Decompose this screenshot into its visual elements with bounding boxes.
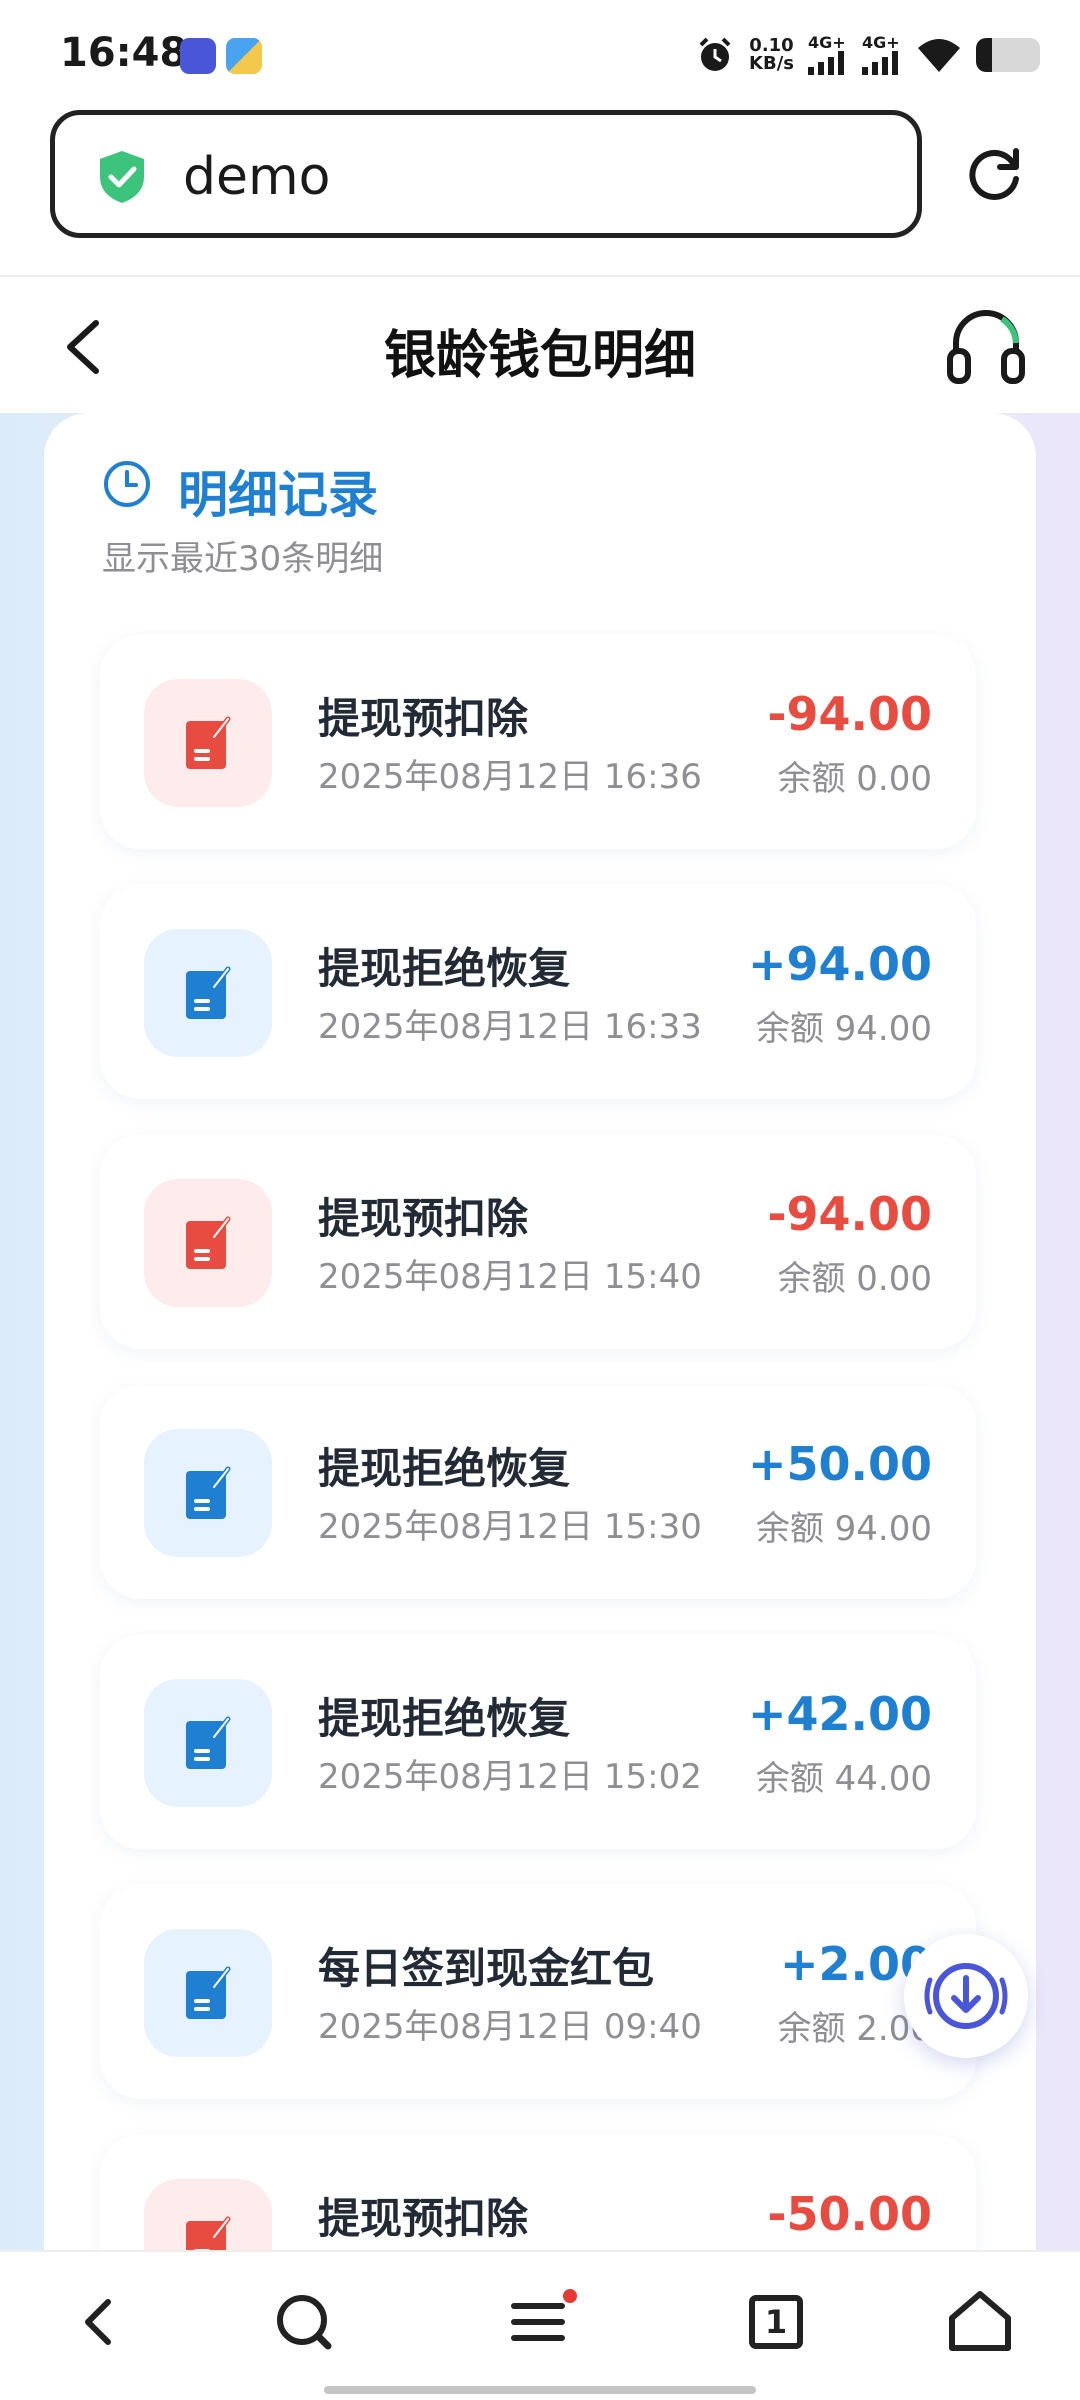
record-amount: +42.00 xyxy=(747,1687,932,1741)
record-balance: 余额 44.00 xyxy=(755,1759,932,1799)
signal-1: 4G+ xyxy=(808,35,848,75)
notification-app-icon xyxy=(226,38,262,74)
record-amount: -94.00 xyxy=(767,1187,932,1241)
secure-shield-icon xyxy=(100,151,144,203)
download-arrow-icon xyxy=(924,1963,1008,2029)
record-item[interactable]: 提现拒绝恢复 2025年08月12日 15:02 +42.00 余额 44.00 xyxy=(100,1635,976,1849)
network-speed: 0.10 KB/s xyxy=(749,37,794,73)
note-edit-icon xyxy=(186,1466,231,1519)
record-time: 2025年08月12日 09:40 xyxy=(318,2007,702,2047)
record-time: 2025年08月12日 15:40 xyxy=(318,1257,702,1297)
record-title: 提现拒绝恢复 xyxy=(318,1444,571,1493)
floating-download-button[interactable] xyxy=(904,1934,1028,2058)
record-amount: +94.00 xyxy=(747,937,932,991)
note-edit-icon xyxy=(186,966,231,1019)
url-text: demo xyxy=(183,147,331,207)
records-panel: 明细记录 显示最近30条明细 提现预扣除 2025年08月12日 16:36 -94… xyxy=(44,413,1036,2349)
home-icon xyxy=(949,2291,1011,2351)
record-item[interactable]: 提现预扣除 2025年08月12日 16:36 -94.00 余额 0.00 xyxy=(100,635,976,849)
record-icon-box xyxy=(144,1179,272,1307)
record-item[interactable]: 提现拒绝恢复 2025年08月12日 15:30 +50.00 余额 94.00 xyxy=(100,1385,976,1599)
battery-level xyxy=(976,38,992,72)
note-edit-icon xyxy=(186,1216,231,1269)
record-item[interactable]: 提现预扣除 2025年08月12日 15:40 -94.00 余额 0.00 xyxy=(100,1135,976,1349)
record-balance: 余额 94.00 xyxy=(755,1509,932,1549)
record-icon-box xyxy=(144,1679,272,1807)
network-speed-unit: KB/s xyxy=(749,53,794,74)
record-icon-box xyxy=(144,1929,272,2057)
record-time: 2025年08月12日 15:30 xyxy=(318,1507,702,1547)
clock-icon xyxy=(104,461,150,507)
record-balance: 余额 94.00 xyxy=(755,1009,932,1049)
signal-2: 4G+ xyxy=(862,35,902,75)
customer-service-headset-icon[interactable] xyxy=(946,307,1026,385)
nav-back-button[interactable] xyxy=(60,2282,140,2362)
section-subtitle: 显示最近30条明细 xyxy=(102,539,384,579)
status-bar: 16:48 0.10 KB/s 4G+ 4G+ xyxy=(0,0,1080,100)
tab-count: 1 xyxy=(764,2303,788,2341)
status-time: 16:48 xyxy=(60,30,188,76)
record-item[interactable]: 每日签到现金红包 2025年08月12日 09:40 +2.00 余额 2.00 xyxy=(100,1885,976,2099)
record-icon-box xyxy=(144,679,272,807)
record-title: 提现预扣除 xyxy=(318,1194,529,1243)
record-title: 提现预扣除 xyxy=(318,2194,529,2243)
wifi-icon xyxy=(918,39,960,72)
page-title: 银龄钱包明细 xyxy=(383,326,696,386)
record-icon-box xyxy=(144,1429,272,1557)
record-balance: 余额 0.00 xyxy=(777,1259,932,1299)
browser-bottom-nav: 1 xyxy=(0,2250,1080,2400)
address-bar[interactable]: demo xyxy=(50,110,922,238)
reload-icon[interactable] xyxy=(966,145,1024,203)
menu-icon xyxy=(511,2289,577,2341)
record-amount: -50.00 xyxy=(767,2187,932,2241)
record-amount: +50.00 xyxy=(747,1437,932,1491)
record-title: 提现拒绝恢复 xyxy=(318,944,571,993)
signal-bars-icon xyxy=(862,51,898,75)
signal-bars-icon xyxy=(808,51,844,75)
record-amount: -94.00 xyxy=(767,687,932,741)
record-time: 2025年08月12日 15:02 xyxy=(318,1757,702,1797)
note-edit-icon xyxy=(186,1716,231,1769)
nav-search-button[interactable] xyxy=(264,2282,344,2362)
alarm-icon xyxy=(699,37,731,71)
battery-icon xyxy=(976,38,1040,72)
note-edit-icon xyxy=(186,1966,231,2019)
nav-menu-button[interactable] xyxy=(500,2282,580,2362)
signal-1-label: 4G+ xyxy=(808,33,846,52)
record-title: 每日签到现金红包 xyxy=(318,1944,655,1993)
search-icon xyxy=(277,2295,332,2350)
notification-dot xyxy=(563,2289,577,2303)
record-balance: 余额 0.00 xyxy=(777,759,932,799)
record-time: 2025年08月12日 16:33 xyxy=(318,1007,702,1047)
note-edit-icon xyxy=(186,716,231,769)
page-header: 银龄钱包明细 xyxy=(0,277,1080,413)
record-title: 提现预扣除 xyxy=(318,694,529,743)
section-title: 明细记录 xyxy=(178,466,378,524)
record-time: 2025年08月12日 16:36 xyxy=(318,757,702,797)
nav-tabs-button[interactable]: 1 xyxy=(736,2282,816,2362)
record-title: 提现拒绝恢复 xyxy=(318,1694,571,1743)
gesture-home-bar[interactable] xyxy=(324,2386,756,2394)
status-indicators: 0.10 KB/s 4G+ 4G+ xyxy=(695,32,1040,78)
record-icon-box xyxy=(144,929,272,1057)
back-icon xyxy=(85,2299,111,2345)
signal-2-label: 4G+ xyxy=(862,33,900,52)
nav-home-button[interactable] xyxy=(940,2282,1020,2362)
sticker-app-icon xyxy=(180,38,216,74)
record-item[interactable]: 提现拒绝恢复 2025年08月12日 16:33 +94.00 余额 94.00 xyxy=(100,885,976,1099)
